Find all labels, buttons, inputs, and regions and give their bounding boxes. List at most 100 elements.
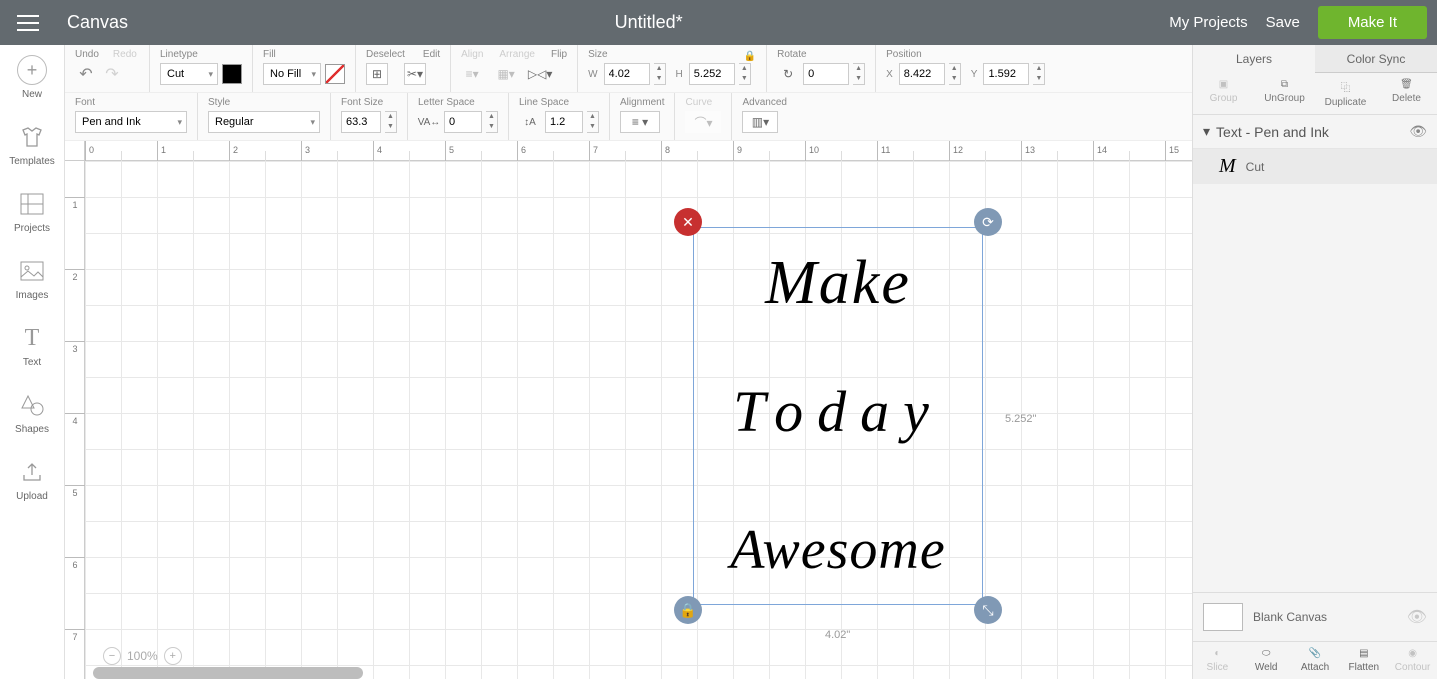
make-it-button[interactable]: Make It — [1318, 6, 1427, 39]
group-button: ▣Group — [1193, 73, 1254, 114]
upload-button[interactable]: Upload — [16, 457, 48, 502]
slice-icon: ◐ — [1214, 648, 1220, 659]
zoom-level: 100% — [127, 649, 158, 663]
letterspace-icon: VA↔ — [418, 111, 440, 133]
alignment-button[interactable]: ≡ ▾ — [620, 111, 660, 133]
rotate-input[interactable] — [803, 63, 849, 85]
ruler-vertical: 1234567 — [65, 161, 85, 679]
selection-delete-handle[interactable]: ✕ — [674, 208, 702, 236]
weld-icon: ⬭ — [1262, 648, 1271, 659]
selection-lock-handle[interactable]: 🔒 — [674, 596, 702, 624]
flip-button[interactable]: ▷◁▾ — [529, 63, 551, 85]
shapes-button[interactable]: Shapes — [15, 390, 49, 435]
flatten-icon: ▤ — [1359, 648, 1368, 659]
images-button[interactable]: Images — [16, 256, 49, 301]
app-title: Canvas — [67, 12, 128, 33]
canvas-text-line-1[interactable]: Make — [694, 248, 982, 319]
canvas-text-line-2[interactable]: Today — [674, 378, 1002, 445]
projects-button[interactable]: Projects — [14, 189, 50, 234]
canvas-area[interactable]: 0123456789101112131415 1234567 ✕ ⟳ 🔒 ⤡ M… — [65, 141, 1192, 679]
zoom-in-button[interactable]: + — [164, 647, 182, 665]
letterspace-input[interactable] — [444, 111, 482, 133]
deselect-button[interactable]: ⊞ — [366, 63, 388, 85]
canvas-grid[interactable]: ✕ ⟳ 🔒 ⤡ Make Today Awesome 5.252" 4.02" — [85, 161, 1192, 679]
duplicate-icon: ⿻ — [1341, 79, 1351, 94]
selection-width-label: 4.02" — [825, 629, 850, 641]
linetype-select[interactable]: Cut — [160, 63, 218, 85]
selection-height-label: 5.252" — [1005, 413, 1036, 425]
curve-button: ⌒▾ — [685, 111, 721, 133]
rotate-icon: ↻ — [777, 63, 799, 85]
attach-button[interactable]: 📎Attach — [1291, 642, 1340, 679]
flatten-button[interactable]: ▤Flatten — [1339, 642, 1388, 679]
rotate-spinner[interactable]: ▲▼ — [853, 63, 865, 85]
height-spinner[interactable]: ▲▼ — [739, 63, 751, 85]
new-button[interactable]: + New — [17, 55, 47, 100]
selection-scale-handle[interactable]: ⤡ — [974, 596, 1002, 624]
edit-button[interactable]: ✂▾ — [404, 63, 426, 85]
layer-item[interactable]: M Cut — [1193, 149, 1437, 184]
selection-box[interactable]: ✕ ⟳ 🔒 ⤡ Make Today Awesome — [693, 227, 983, 605]
blank-canvas-thumbnail — [1203, 603, 1243, 631]
font-select[interactable]: Pen and Ink — [75, 111, 187, 133]
attach-icon: 📎 — [1309, 648, 1321, 659]
fill-color-swatch[interactable] — [325, 64, 345, 84]
layer-thumbnail-icon: M — [1219, 155, 1236, 178]
canvas-text-line-3[interactable]: Awesome — [674, 518, 1002, 582]
pos-x-input[interactable] — [899, 63, 945, 85]
right-panel: Layers Color Sync ▣Group ⧉UnGroup ⿻Dupli… — [1192, 45, 1437, 679]
top-bar: Canvas Untitled* My Projects Save Make I… — [0, 0, 1437, 45]
ruler-corner — [65, 141, 85, 161]
plus-icon: + — [17, 55, 47, 85]
pos-y-input[interactable] — [983, 63, 1029, 85]
linespace-spinner[interactable]: ▲▼ — [587, 111, 599, 133]
delete-button[interactable]: 🗑Delete — [1376, 73, 1437, 114]
blank-canvas-row[interactable]: Blank Canvas 👁 — [1193, 592, 1437, 641]
shirt-icon — [17, 122, 47, 152]
letterspace-spinner[interactable]: ▲▼ — [486, 111, 498, 133]
arrange-button: ▦▾ — [495, 63, 517, 85]
grid-icon — [17, 189, 47, 219]
text-button[interactable]: T Text — [17, 323, 47, 368]
linetype-color-swatch[interactable] — [222, 64, 242, 84]
collapse-icon[interactable]: ▾ — [1203, 123, 1210, 140]
templates-button[interactable]: Templates — [9, 122, 55, 167]
zoom-control: − 100% + — [95, 643, 190, 669]
blank-visibility-icon[interactable]: 👁 — [1407, 607, 1427, 627]
menu-hamburger[interactable] — [0, 0, 55, 45]
color-sync-tab[interactable]: Color Sync — [1315, 45, 1437, 73]
save-link[interactable]: Save — [1266, 14, 1300, 31]
redo-button[interactable]: ↷ — [101, 63, 123, 85]
advanced-button[interactable]: ▥▾ — [742, 111, 778, 133]
visibility-toggle[interactable]: 👁 — [1409, 123, 1427, 140]
height-input[interactable] — [689, 63, 735, 85]
my-projects-link[interactable]: My Projects — [1169, 14, 1247, 31]
zoom-out-button[interactable]: − — [103, 647, 121, 665]
group-icon: ▣ — [1219, 79, 1228, 90]
fontsize-input[interactable] — [341, 111, 381, 133]
style-select[interactable]: Regular — [208, 111, 320, 133]
ungroup-button[interactable]: ⧉UnGroup — [1254, 73, 1315, 114]
layer-header[interactable]: ▾ Text - Pen and Ink 👁 — [1193, 115, 1437, 149]
weld-button[interactable]: ⬭Weld — [1242, 642, 1291, 679]
width-input[interactable] — [604, 63, 650, 85]
pos-x-spinner[interactable]: ▲▼ — [949, 63, 961, 85]
width-spinner[interactable]: ▲▼ — [654, 63, 666, 85]
linespace-icon: ↕A — [519, 111, 541, 133]
image-icon — [17, 256, 47, 286]
ruler-horizontal: 0123456789101112131415 — [85, 141, 1192, 161]
layers-tab[interactable]: Layers — [1193, 45, 1315, 73]
selection-rotate-handle[interactable]: ⟳ — [974, 208, 1002, 236]
horizontal-scrollbar[interactable] — [93, 667, 363, 679]
fill-select[interactable]: No Fill — [263, 63, 321, 85]
document-title[interactable]: Untitled* — [128, 12, 1169, 33]
lock-aspect-icon[interactable]: 🔒 — [744, 51, 756, 62]
undo-button[interactable]: ↶ — [75, 63, 97, 85]
ungroup-icon: ⧉ — [1281, 79, 1288, 90]
trash-icon: 🗑 — [1400, 79, 1413, 90]
pos-y-spinner[interactable]: ▲▼ — [1033, 63, 1045, 85]
linespace-input[interactable] — [545, 111, 583, 133]
shapes-icon — [17, 390, 47, 420]
fontsize-spinner[interactable]: ▲▼ — [385, 111, 397, 133]
duplicate-button[interactable]: ⿻Duplicate — [1315, 73, 1376, 114]
